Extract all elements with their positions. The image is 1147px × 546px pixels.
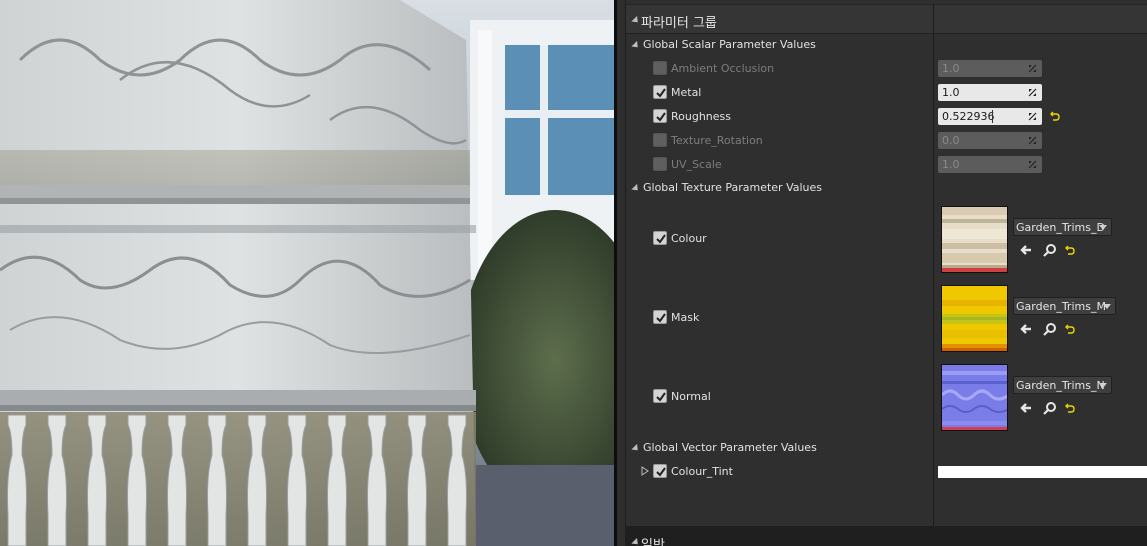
collapse-triangle-icon[interactable] bbox=[631, 40, 641, 51]
texture-thumbnail[interactable] bbox=[941, 206, 1008, 273]
general-section-title: 일반 bbox=[641, 538, 665, 546]
param-enable-checkbox[interactable] bbox=[653, 231, 667, 245]
texture-asset-combo[interactable]: Garden_Trims_M bbox=[1013, 297, 1116, 315]
param-value: 1.0 bbox=[942, 86, 960, 99]
param-enable-checkbox[interactable] bbox=[653, 464, 667, 478]
chevron-down-icon bbox=[1099, 225, 1107, 230]
scalar-section-header[interactable]: Global Scalar Parameter Values bbox=[626, 36, 1147, 56]
marble-trim-preview bbox=[0, 0, 614, 546]
material-preview-viewport[interactable] bbox=[0, 0, 614, 546]
param-row-normal-texture: Normal Garden_Trims_N bbox=[626, 362, 1147, 434]
parameter-group-header[interactable]: 파라미터 그룹 bbox=[626, 4, 1147, 34]
slider-indicator bbox=[992, 110, 993, 123]
param-label: Normal bbox=[671, 390, 711, 403]
param-label: Colour bbox=[671, 232, 707, 245]
checkmark-icon bbox=[656, 88, 666, 98]
panel-splitter[interactable] bbox=[614, 0, 626, 546]
scalar-section-title: Global Scalar Parameter Values bbox=[643, 38, 816, 51]
param-row-colour-tint: Colour_Tint bbox=[626, 462, 1147, 482]
param-value-spinbox[interactable]: 1.0 bbox=[938, 156, 1042, 173]
checkmark-icon bbox=[656, 234, 666, 244]
texture-asset-name: Garden_Trims_M bbox=[1016, 300, 1106, 313]
param-enable-checkbox[interactable] bbox=[653, 85, 667, 99]
left-arrow-icon[interactable] bbox=[1019, 322, 1033, 336]
param-label: Mask bbox=[671, 311, 700, 324]
param-label: Texture_Rotation bbox=[671, 134, 763, 147]
param-label: Metal bbox=[671, 86, 702, 99]
param-enable-checkbox[interactable] bbox=[653, 61, 667, 75]
texture-section-header[interactable]: Global Texture Parameter Values bbox=[626, 179, 1147, 199]
general-section-header[interactable]: 일반 bbox=[626, 526, 1147, 546]
reset-to-default-icon[interactable] bbox=[1050, 111, 1060, 121]
checkmark-icon bbox=[656, 112, 666, 122]
texture-asset-combo[interactable]: Garden_Trims_N bbox=[1013, 376, 1112, 394]
magnifier-icon[interactable] bbox=[1043, 243, 1057, 257]
checkmark-icon bbox=[656, 313, 666, 323]
texture-section-title: Global Texture Parameter Values bbox=[643, 181, 823, 194]
drag-grip-icon bbox=[1028, 64, 1037, 73]
param-value: 1.0 bbox=[942, 158, 960, 171]
collapse-triangle-icon[interactable] bbox=[631, 183, 641, 194]
parameter-group-title: 파라미터 그룹 bbox=[641, 16, 717, 31]
reset-to-default-icon[interactable] bbox=[1065, 245, 1075, 255]
colour-texture-preview bbox=[942, 207, 1007, 272]
vector-section-title: Global Vector Parameter Values bbox=[643, 441, 817, 454]
checkmark-icon bbox=[656, 467, 666, 477]
param-value-spinbox[interactable]: 0.522936 bbox=[938, 108, 1042, 125]
param-value-spinbox[interactable]: 1.0 bbox=[938, 84, 1042, 101]
drag-grip-icon bbox=[1028, 88, 1037, 97]
vector-section-header[interactable]: Global Vector Parameter Values bbox=[626, 439, 1147, 459]
texture-thumbnail[interactable] bbox=[941, 285, 1008, 352]
param-value-spinbox[interactable]: 1.0 bbox=[938, 60, 1042, 77]
param-value: 0.522936 bbox=[942, 110, 995, 123]
collapse-triangle-icon[interactable] bbox=[631, 15, 641, 26]
magnifier-icon[interactable] bbox=[1043, 401, 1057, 415]
drag-grip-icon bbox=[1028, 160, 1037, 169]
param-enable-checkbox[interactable] bbox=[653, 157, 667, 171]
param-value-spinbox[interactable]: 0.0 bbox=[938, 132, 1042, 149]
left-arrow-icon[interactable] bbox=[1019, 401, 1033, 415]
chevron-down-icon bbox=[1103, 304, 1111, 309]
magnifier-icon[interactable] bbox=[1043, 322, 1057, 336]
param-row-mask-texture: Mask Garden_Trims_M bbox=[626, 283, 1147, 355]
material-instance-details-panel: 파라미터 그룹 Global Scalar Parameter Values A… bbox=[626, 0, 1147, 546]
texture-asset-name: Garden_Trims_D bbox=[1016, 221, 1105, 234]
normal-texture-preview bbox=[942, 365, 1007, 430]
param-row-metal: Metal 1.0 bbox=[626, 83, 1147, 103]
param-value: 0.0 bbox=[942, 134, 960, 147]
collapse-triangle-icon[interactable] bbox=[631, 443, 641, 454]
param-row-colour-texture: Colour Garden_Trims_D bbox=[626, 204, 1147, 276]
reset-to-default-icon[interactable] bbox=[1065, 324, 1075, 334]
param-enable-checkbox[interactable] bbox=[653, 389, 667, 403]
param-label: Colour_Tint bbox=[671, 465, 733, 478]
param-enable-checkbox[interactable] bbox=[653, 310, 667, 324]
param-label: UV_Scale bbox=[671, 158, 722, 171]
param-label: Roughness bbox=[671, 110, 732, 123]
texture-asset-name: Garden_Trims_N bbox=[1016, 379, 1105, 392]
checkmark-icon bbox=[656, 392, 666, 402]
param-row-roughness: Roughness 0.522936 bbox=[626, 107, 1147, 127]
texture-thumbnail[interactable] bbox=[941, 364, 1008, 431]
mask-texture-preview bbox=[942, 286, 1007, 351]
param-value: 1.0 bbox=[942, 62, 960, 75]
param-enable-checkbox[interactable] bbox=[653, 109, 667, 123]
param-enable-checkbox[interactable] bbox=[653, 133, 667, 147]
texture-asset-combo[interactable]: Garden_Trims_D bbox=[1013, 218, 1112, 236]
param-row-ambient-occlusion: Ambient Occlusion 1.0 bbox=[626, 59, 1147, 79]
chevron-down-icon bbox=[1099, 383, 1107, 388]
collapse-triangle-icon[interactable] bbox=[631, 537, 641, 546]
param-label: Ambient Occlusion bbox=[671, 62, 775, 75]
expand-triangle-icon[interactable] bbox=[641, 466, 649, 476]
colour-swatch[interactable] bbox=[938, 466, 1147, 478]
param-row-texture-rotation: Texture_Rotation 0.0 bbox=[626, 131, 1147, 151]
param-row-uv-scale: UV_Scale 1.0 bbox=[626, 155, 1147, 175]
drag-grip-icon bbox=[1028, 112, 1037, 121]
reset-to-default-icon[interactable] bbox=[1065, 403, 1075, 413]
left-arrow-icon[interactable] bbox=[1019, 243, 1033, 257]
drag-grip-icon bbox=[1028, 136, 1037, 145]
